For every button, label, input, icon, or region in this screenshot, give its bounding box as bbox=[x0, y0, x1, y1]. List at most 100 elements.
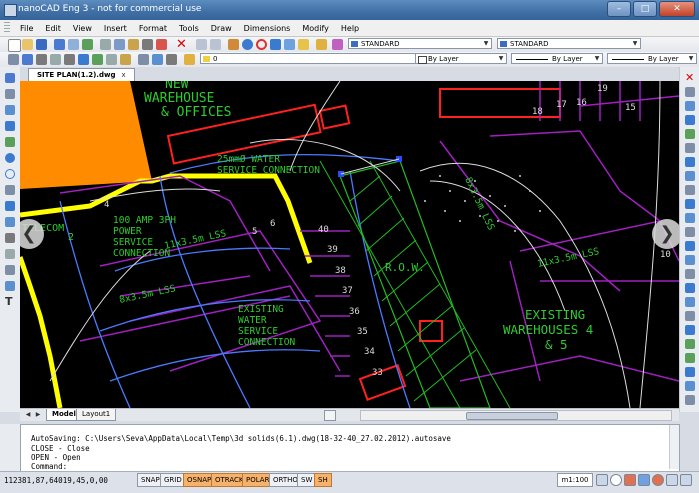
print-icon[interactable] bbox=[54, 39, 65, 50]
menu-format[interactable]: Format bbox=[133, 24, 173, 33]
pan-icon[interactable] bbox=[596, 474, 608, 486]
color-select[interactable]: By Layer ▼ bbox=[415, 53, 507, 64]
zoom-previous-icon[interactable] bbox=[284, 39, 295, 50]
scrollbar-thumb[interactable] bbox=[466, 412, 558, 420]
dimension-icon[interactable] bbox=[166, 54, 177, 65]
edit-hatch-icon[interactable] bbox=[685, 339, 695, 349]
edit-polyline-icon[interactable] bbox=[685, 325, 695, 335]
paste-icon[interactable] bbox=[128, 39, 139, 50]
lineweight-select[interactable]: By Layer ▼ bbox=[607, 53, 697, 64]
break-icon[interactable] bbox=[685, 227, 695, 237]
minimize-button[interactable]: – bbox=[607, 1, 631, 17]
fillet-icon[interactable] bbox=[685, 269, 695, 279]
stretch-icon[interactable] bbox=[685, 185, 695, 195]
layer-freeze-icon[interactable] bbox=[106, 54, 117, 65]
zoom-realtime-icon[interactable] bbox=[242, 39, 253, 50]
join-icon[interactable] bbox=[685, 241, 695, 251]
delete-icon[interactable] bbox=[156, 39, 167, 50]
grid-toggle[interactable]: GRID bbox=[160, 473, 186, 487]
polyline-icon[interactable] bbox=[5, 105, 15, 115]
lengthen-icon[interactable] bbox=[685, 311, 695, 321]
hatch-tool-icon[interactable] bbox=[5, 249, 15, 259]
design-center-icon[interactable] bbox=[316, 39, 327, 50]
mirror-icon[interactable] bbox=[685, 101, 695, 111]
clean-screen-icon[interactable] bbox=[666, 474, 678, 486]
publish-icon[interactable] bbox=[82, 39, 93, 50]
rectangle-icon[interactable] bbox=[5, 137, 15, 147]
menu-file[interactable]: File bbox=[14, 24, 39, 33]
zoom-icon[interactable] bbox=[610, 474, 622, 486]
edit-spline-icon[interactable] bbox=[685, 353, 695, 363]
lock-icon[interactable] bbox=[652, 474, 664, 486]
ucs-icon[interactable] bbox=[50, 54, 61, 65]
erase-x-icon[interactable]: ✕ bbox=[176, 38, 187, 51]
undo-icon[interactable] bbox=[196, 39, 207, 50]
menu-tools[interactable]: Tools bbox=[173, 24, 205, 33]
drawing-canvas[interactable]: NEW WAREHOUSE & OFFICES 25mmØ WATER SERV… bbox=[20, 81, 679, 408]
next-tab-arrow-icon[interactable]: ▶ bbox=[34, 410, 42, 419]
menu-dimensions[interactable]: Dimensions bbox=[238, 24, 297, 33]
toolbar-grip-icon[interactable] bbox=[4, 22, 10, 34]
redo-icon[interactable] bbox=[210, 39, 221, 50]
tab-layout1[interactable]: Layout1 bbox=[76, 409, 117, 421]
maximize-button[interactable]: □ bbox=[633, 1, 657, 17]
trim-icon[interactable] bbox=[685, 199, 695, 209]
annotation-scale[interactable]: m1:100 bbox=[557, 473, 593, 487]
menu-draw[interactable]: Draw bbox=[205, 24, 238, 33]
move-icon[interactable] bbox=[685, 143, 695, 153]
extend-icon[interactable] bbox=[685, 213, 695, 223]
array-icon[interactable] bbox=[685, 129, 695, 139]
new-file-icon[interactable] bbox=[8, 39, 21, 52]
layer-states-icon[interactable] bbox=[78, 54, 89, 65]
snap-settings-icon[interactable] bbox=[22, 54, 33, 65]
menu-modify[interactable]: Modify bbox=[296, 24, 335, 33]
draw-order-icon[interactable] bbox=[8, 54, 19, 65]
zoom-extents-icon[interactable] bbox=[270, 39, 281, 50]
scale-icon[interactable] bbox=[685, 171, 695, 181]
explode-icon[interactable] bbox=[685, 283, 695, 293]
document-tab-site-plan[interactable]: SITE PLAN(1.2).dwg x bbox=[28, 68, 135, 82]
measure-icon[interactable] bbox=[36, 54, 47, 65]
chevron-down-icon[interactable]: ▼ bbox=[631, 40, 639, 48]
pan-icon[interactable] bbox=[228, 39, 239, 50]
zoom-window-status-icon[interactable] bbox=[624, 474, 636, 486]
menu-insert[interactable]: Insert bbox=[98, 24, 133, 33]
polygon-icon[interactable] bbox=[5, 121, 15, 131]
properties-palette-icon[interactable] bbox=[685, 395, 695, 405]
command-window-grip[interactable] bbox=[0, 424, 20, 472]
rotate-icon[interactable] bbox=[685, 157, 695, 167]
layer-lock-icon[interactable] bbox=[120, 54, 131, 65]
table-icon[interactable] bbox=[5, 281, 15, 291]
command-window[interactable]: AutoSaving: C:\Users\Seva\AppData\Local\… bbox=[20, 424, 680, 472]
line-icon[interactable] bbox=[5, 73, 15, 83]
spline-icon[interactable] bbox=[5, 185, 15, 195]
dimension-style-select[interactable]: STANDARD ▼ bbox=[497, 38, 641, 49]
edit-text-icon[interactable] bbox=[685, 367, 695, 377]
close-tab-icon[interactable]: x bbox=[121, 71, 125, 79]
text-style-icon[interactable] bbox=[332, 39, 343, 50]
xref-icon[interactable] bbox=[138, 54, 149, 65]
point-icon[interactable] bbox=[5, 233, 15, 243]
chamfer-icon[interactable] bbox=[685, 255, 695, 265]
menu-view[interactable]: View bbox=[67, 24, 98, 33]
settings-gear-icon[interactable] bbox=[680, 474, 692, 486]
horizontal-scrollbar[interactable] bbox=[360, 410, 672, 421]
arc-icon[interactable] bbox=[5, 153, 15, 163]
xline-icon[interactable] bbox=[5, 89, 15, 99]
command-prompt[interactable]: Command: bbox=[31, 462, 67, 471]
copy-object-icon[interactable] bbox=[685, 87, 695, 97]
properties-icon[interactable] bbox=[298, 39, 309, 50]
save-icon[interactable] bbox=[36, 39, 47, 50]
chevron-down-icon[interactable]: ▼ bbox=[482, 40, 490, 48]
zoom-extents-status-icon[interactable] bbox=[638, 474, 650, 486]
layer-isolate-icon[interactable] bbox=[92, 54, 103, 65]
chevron-down-icon[interactable]: ▼ bbox=[593, 55, 601, 63]
tab-split-icon[interactable] bbox=[324, 410, 336, 421]
menu-help[interactable]: Help bbox=[335, 24, 365, 33]
command-scrollbar[interactable] bbox=[669, 425, 679, 469]
sh-toggle[interactable]: SH bbox=[314, 473, 332, 487]
copy-icon[interactable] bbox=[114, 39, 125, 50]
circle-icon[interactable] bbox=[5, 169, 15, 179]
offset-icon[interactable] bbox=[685, 115, 695, 125]
open-folder-icon[interactable] bbox=[22, 39, 33, 50]
